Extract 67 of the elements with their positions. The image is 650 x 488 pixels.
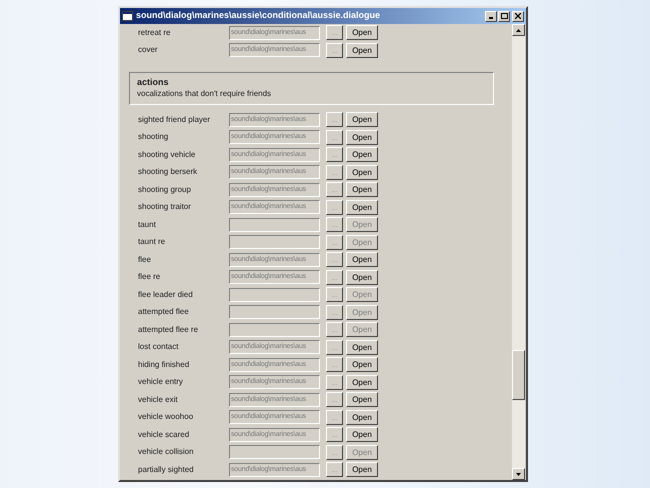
row-label: vehicle entry — [137, 376, 184, 388]
open-button[interactable]: Open — [346, 182, 378, 198]
row-label: partially sighted — [137, 464, 195, 476]
row-label: lost contact — [137, 341, 180, 354]
row-label: shooting — [137, 131, 170, 144]
row-label: flee leader died — [137, 288, 194, 301]
path-field[interactable] — [229, 235, 320, 250]
row-label: taunt — [137, 218, 157, 231]
row-label: cover — [137, 44, 159, 56]
open-button[interactable]: Open — [346, 147, 378, 162]
up-arrow-icon — [516, 28, 521, 32]
row-label: flee re — [137, 271, 162, 284]
window-title: sound\dialog\marines\aussie\conditional\aussie.dialogue — [136, 9, 382, 22]
open-button[interactable]: Open — [346, 42, 378, 58]
path-field[interactable] — [229, 445, 320, 460]
maximize-button[interactable] — [498, 10, 510, 22]
open-button[interactable]: Open — [346, 357, 378, 372]
path-field[interactable] — [229, 288, 320, 302]
row-label: vehicle collision — [137, 446, 195, 458]
path-field[interactable] — [229, 305, 320, 320]
down-arrow-icon — [516, 472, 521, 476]
scroll-thumb[interactable] — [512, 350, 525, 400]
minimize-button[interactable] — [485, 10, 497, 22]
open-button[interactable]: Open — [346, 304, 378, 320]
row-label: taunt re — [137, 236, 166, 248]
group-title: actions — [137, 76, 170, 88]
open-button[interactable]: Open — [346, 164, 378, 180]
row-label: sighted friend player — [137, 114, 212, 126]
open-button[interactable]: Open — [346, 252, 378, 268]
maximize-icon — [500, 13, 508, 19]
close-button[interactable] — [512, 10, 524, 22]
open-button[interactable]: Open — [346, 287, 378, 302]
row-label: shooting group — [137, 184, 192, 196]
row-label: retreat re — [137, 26, 172, 39]
open-button[interactable]: Open — [346, 217, 378, 232]
row-label: shooting vehicle — [137, 148, 196, 161]
open-button[interactable]: Open — [346, 25, 378, 40]
close-icon — [515, 13, 521, 19]
scroll-down-button[interactable] — [512, 468, 525, 480]
row-label: attempted flee — [137, 306, 190, 318]
row-label: attempted flee re — [137, 324, 200, 336]
scroll-up-button[interactable] — [512, 24, 525, 36]
open-button[interactable]: Open — [346, 374, 378, 390]
open-button[interactable]: Open — [346, 270, 378, 285]
open-button[interactable]: Open — [346, 130, 378, 145]
row-label: vehicle woohoo — [137, 411, 194, 424]
row-label: shooting traitor — [137, 201, 192, 214]
row-label: vehicle scared — [137, 428, 190, 441]
open-button[interactable]: Open — [346, 234, 378, 250]
open-button[interactable]: Open — [346, 410, 378, 425]
window-icon — [122, 11, 133, 21]
row-label: shooting berserk — [137, 166, 198, 178]
path-field[interactable] — [229, 218, 320, 232]
row-label: hiding finished — [137, 358, 190, 371]
open-button[interactable]: Open — [346, 340, 378, 355]
open-button[interactable]: Open — [346, 322, 378, 338]
scrollbar[interactable] — [512, 24, 525, 480]
row-label: flee — [137, 254, 152, 266]
row-label: vehicle exit — [137, 394, 179, 406]
group-description: vocalizations that don't require friends — [137, 88, 272, 99]
open-button[interactable]: Open — [346, 112, 378, 128]
open-button[interactable]: Open — [346, 444, 378, 460]
open-button[interactable]: Open — [346, 392, 378, 408]
path-field[interactable] — [229, 322, 320, 337]
open-button[interactable]: Open — [346, 200, 378, 215]
open-button[interactable]: Open — [346, 427, 378, 442]
open-button[interactable]: Open — [346, 462, 378, 478]
